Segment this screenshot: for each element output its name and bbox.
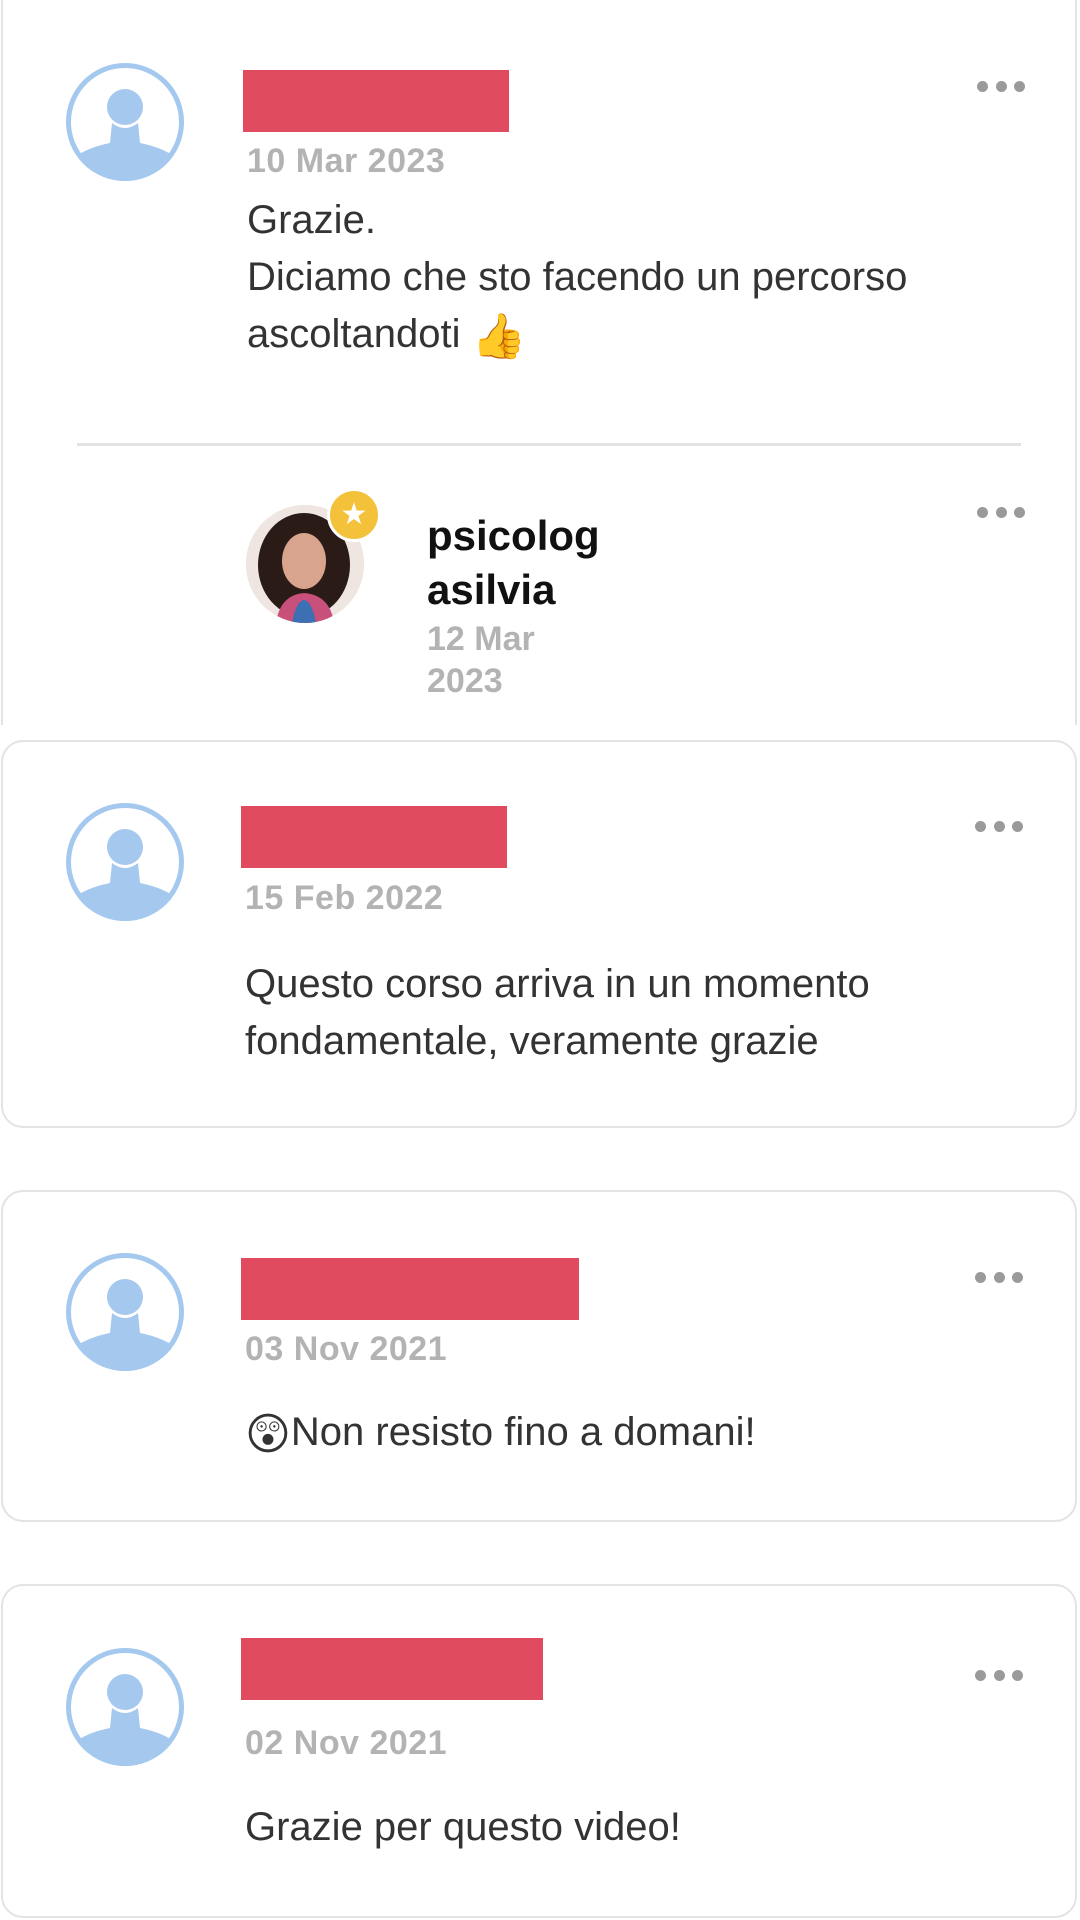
comment-card: 15 Feb 2022 Questo corso arriva in un mo… [1, 740, 1077, 1128]
comment-date: 10 Mar 2023 [247, 142, 446, 180]
more-dots-icon[interactable] [975, 819, 1023, 833]
user-avatar[interactable] [66, 63, 184, 181]
more-dots-icon[interactable] [977, 79, 1025, 93]
comment-text: Questo corso arriva in un momento fondam… [245, 962, 870, 1063]
user-avatar[interactable] [66, 1648, 184, 1766]
comment-date: 03 Nov 2021 [245, 1330, 448, 1368]
comment-date: 02 Nov 2021 [245, 1724, 448, 1762]
reply-date: 12 Mar 2023 [427, 620, 535, 700]
divider [77, 443, 1021, 446]
star-icon: ★ [327, 488, 381, 542]
user-avatar[interactable] [66, 803, 184, 921]
comment-text: Grazie per questo video! [245, 1805, 681, 1849]
comment-card: 03 Nov 2021 😲Non resisto fino a domani! [1, 1190, 1077, 1522]
redacted-username [243, 70, 509, 132]
user-avatar[interactable] [66, 1253, 184, 1371]
thumbs-up-icon: 👍 [471, 311, 527, 361]
redacted-username [241, 806, 507, 868]
reply-author[interactable]: psicolog asilvia [427, 509, 600, 617]
more-dots-icon[interactable] [975, 1270, 1023, 1284]
comment-card: 10 Mar 2023 Grazie. Diciamo che sto face… [1, 0, 1077, 725]
comment-card: 02 Nov 2021 Grazie per questo video! [1, 1584, 1077, 1918]
more-dots-icon[interactable] [977, 505, 1025, 519]
redacted-username [241, 1258, 579, 1320]
comment-text: 😲Non resisto fino a domani! [245, 1404, 1025, 1463]
more-dots-icon[interactable] [975, 1668, 1023, 1682]
redacted-username [241, 1638, 543, 1700]
astonished-face-icon: 😲 [245, 1409, 291, 1459]
comment-text: Grazie. Diciamo che sto facendo un perco… [247, 192, 1027, 365]
comment-date: 15 Feb 2022 [245, 879, 444, 917]
